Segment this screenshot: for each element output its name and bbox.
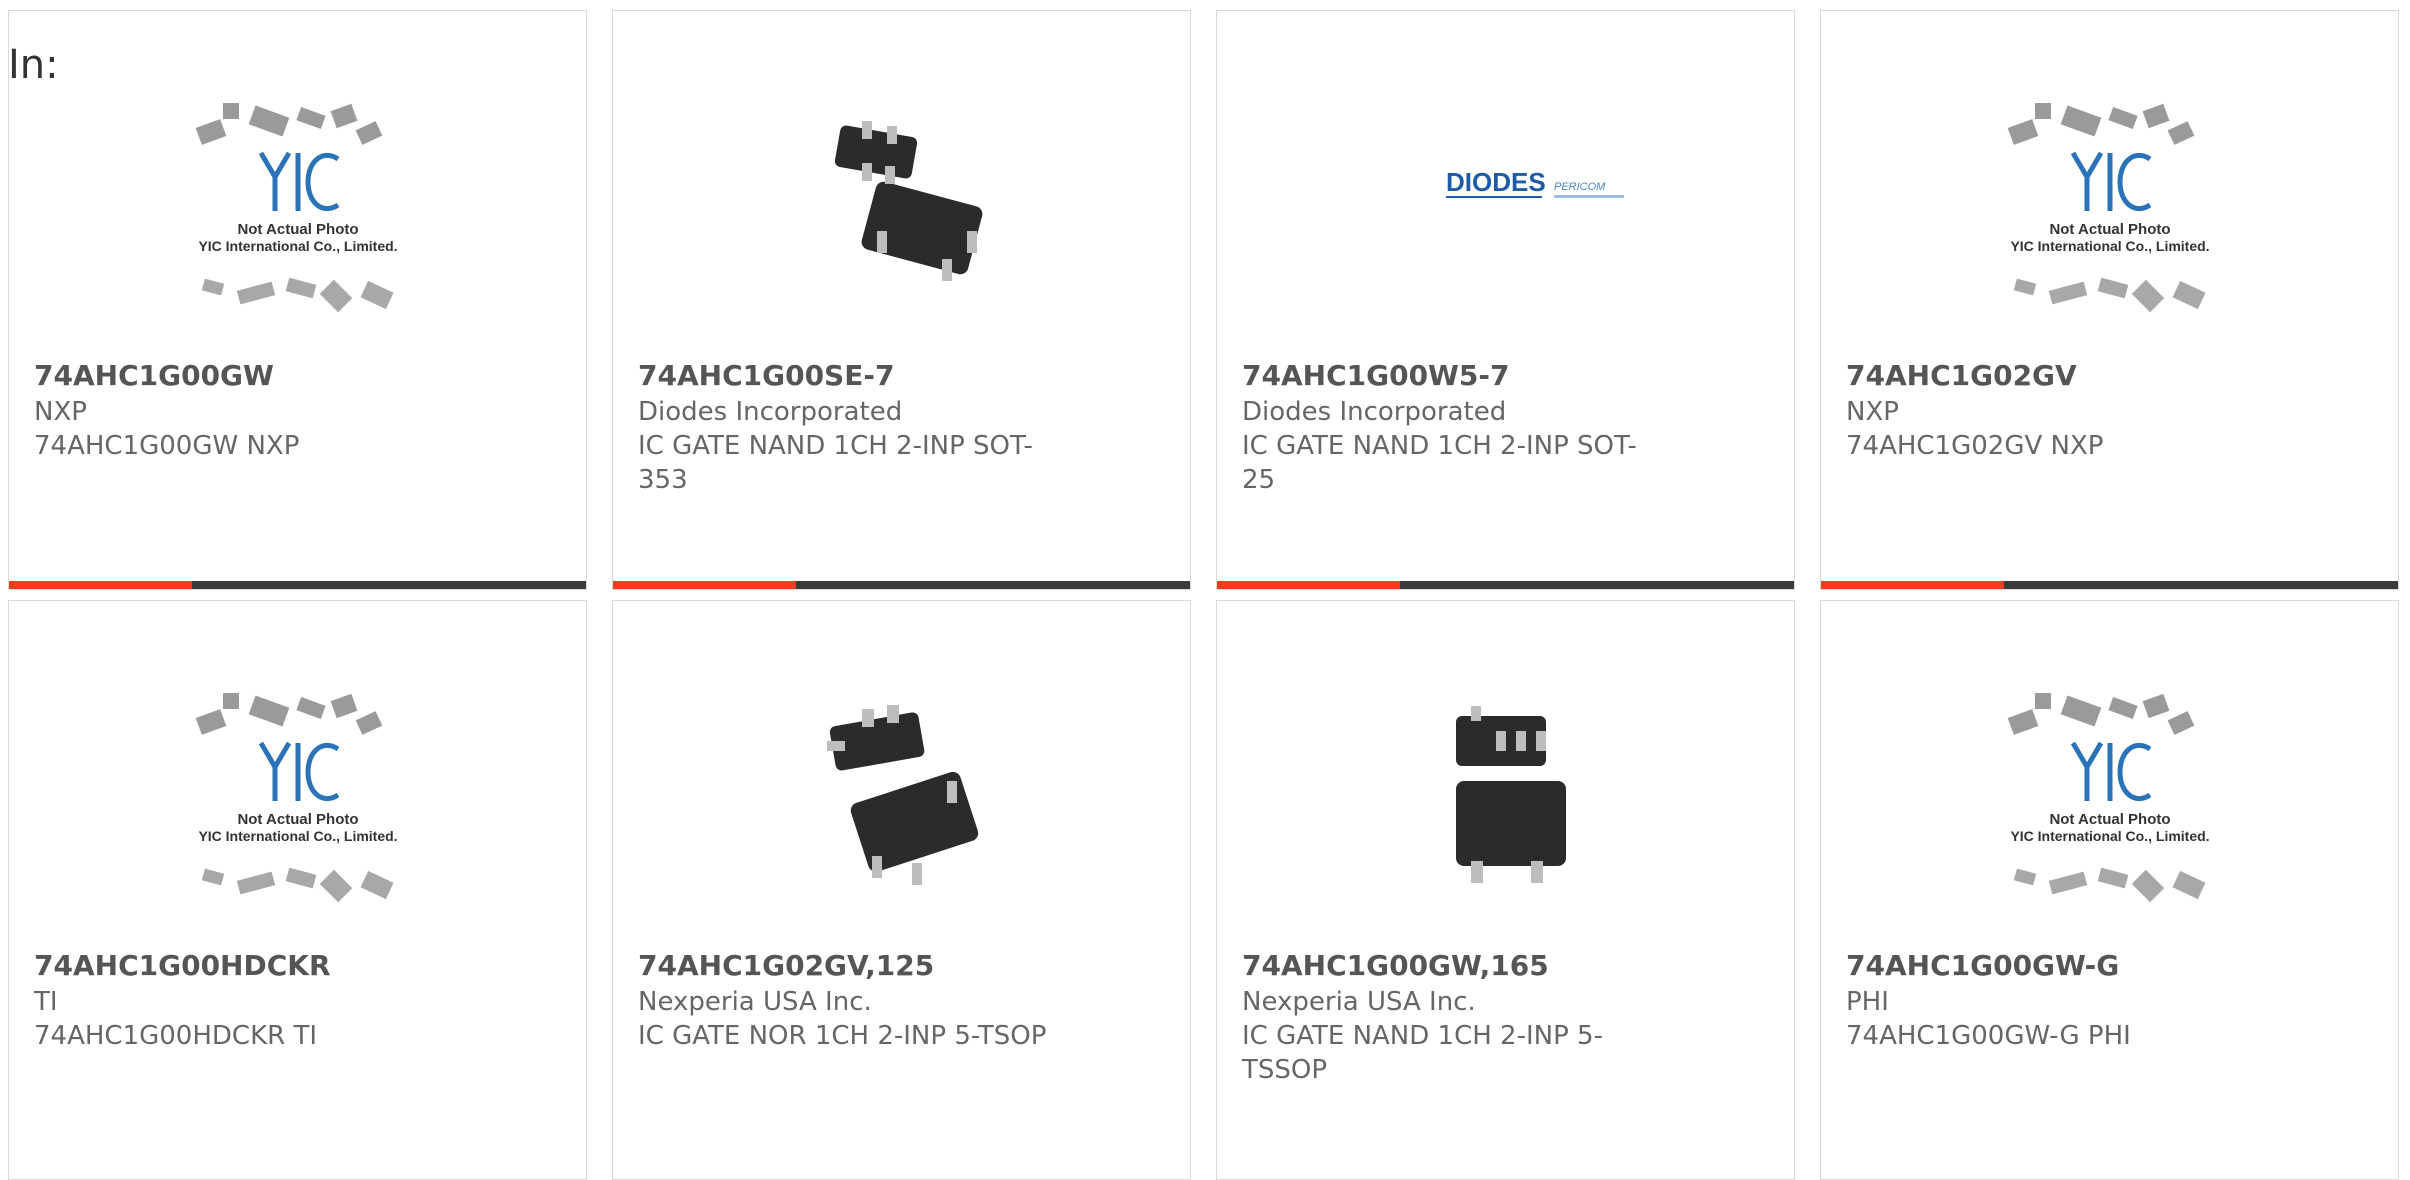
pericom-brand: PERICOM bbox=[1554, 181, 1606, 193]
product-image-placeholder: Not Actual Photo YIC International Co., … bbox=[195, 103, 397, 313]
product-manufacturer: Diodes Incorporated bbox=[638, 397, 903, 427]
card-accent bbox=[613, 581, 796, 589]
product-description: IC GATE NOR 1CH 2-INP 5-TSOP bbox=[638, 1021, 1047, 1051]
product-card[interactable]: Not Actual Photo YIC International Co., … bbox=[1820, 10, 2399, 590]
product-card[interactable]: 74AHC1G00SE-7 Diodes Incorporated IC GAT… bbox=[612, 10, 1191, 590]
product-image-sot bbox=[834, 121, 982, 281]
placeholder-caption-1: Not Actual Photo bbox=[2049, 221, 2170, 238]
product-description: 74AHC1G02GV NXP bbox=[1846, 431, 2104, 461]
product-name[interactable]: 74AHC1G00HDCKR bbox=[34, 949, 561, 983]
product-name[interactable]: 74AHC1G00GW,165 bbox=[1242, 949, 1769, 983]
product-manufacturer: PHI bbox=[1846, 987, 1889, 1017]
product-image-sot bbox=[1455, 706, 1566, 883]
product-manufacturer: Nexperia USA Inc. bbox=[1242, 987, 1476, 1017]
product-card[interactable]: 74AHC1G02GV,125 Nexperia USA Inc. IC GAT… bbox=[612, 600, 1191, 1180]
diodes-logo-image: DIODES PERICOM bbox=[1445, 167, 1624, 198]
card-bottom-bar bbox=[9, 581, 586, 589]
card-bottom-bar bbox=[613, 581, 1190, 589]
product-name[interactable]: 74AHC1G00W5-7 bbox=[1242, 359, 1769, 393]
product-card[interactable]: Not Actual Photo YIC International Co., … bbox=[8, 600, 587, 1180]
placeholder-caption-2: YIC International Co., Limited. bbox=[2010, 238, 2209, 254]
product-name[interactable]: 74AHC1G00SE-7 bbox=[638, 359, 1165, 393]
product-description: IC GATE NAND 1CH 2-INP 5-TSSOP bbox=[1242, 1021, 1603, 1085]
card-accent bbox=[9, 581, 192, 589]
product-card[interactable]: Not Actual Photo YIC International Co., … bbox=[1820, 600, 2399, 1180]
placeholder-caption-2: YIC International Co., Limited. bbox=[198, 828, 397, 844]
product-description: 74AHC1G00GW-G PHI bbox=[1846, 1021, 2131, 1051]
product-manufacturer: Nexperia USA Inc. bbox=[638, 987, 872, 1017]
product-image-placeholder: Not Actual Photo YIC International Co., … bbox=[2007, 693, 2209, 903]
diodes-brand: DIODES bbox=[1446, 167, 1546, 197]
product-manufacturer: TI bbox=[34, 987, 58, 1017]
product-card[interactable]: Not Actual Photo YIC International Co., … bbox=[8, 10, 587, 590]
product-description: IC GATE NAND 1CH 2-INP SOT-353 bbox=[638, 431, 1033, 495]
placeholder-caption-1: Not Actual Photo bbox=[2049, 811, 2170, 828]
product-name[interactable]: 74AHC1G02GV bbox=[1846, 359, 2373, 393]
product-manufacturer: Diodes Incorporated bbox=[1242, 397, 1507, 427]
product-image-placeholder: Not Actual Photo YIC International Co., … bbox=[2007, 103, 2209, 313]
product-image-sot bbox=[826, 705, 978, 885]
filter-in-label: In: bbox=[8, 42, 59, 88]
card-bottom-bar bbox=[1217, 581, 1794, 589]
product-description: IC GATE NAND 1CH 2-INP SOT-25 bbox=[1242, 431, 1637, 495]
card-accent bbox=[1217, 581, 1400, 589]
placeholder-caption-2: YIC International Co., Limited. bbox=[198, 238, 397, 254]
product-description: 74AHC1G00GW NXP bbox=[34, 431, 300, 461]
product-manufacturer: NXP bbox=[1846, 397, 1899, 427]
product-card[interactable]: 74AHC1G00GW,165 Nexperia USA Inc. IC GAT… bbox=[1216, 600, 1795, 1180]
product-name[interactable]: 74AHC1G00GW-G bbox=[1846, 949, 2373, 983]
product-description: 74AHC1G00HDCKR TI bbox=[34, 1021, 318, 1051]
card-accent bbox=[1821, 581, 2004, 589]
product-name[interactable]: 74AHC1G00GW bbox=[34, 359, 561, 393]
product-name[interactable]: 74AHC1G02GV,125 bbox=[638, 949, 1165, 983]
product-manufacturer: NXP bbox=[34, 397, 87, 427]
placeholder-caption-1: Not Actual Photo bbox=[237, 811, 358, 828]
card-bottom-bar bbox=[1821, 581, 2398, 589]
placeholder-caption-2: YIC International Co., Limited. bbox=[2010, 828, 2209, 844]
product-image-placeholder: Not Actual Photo YIC International Co., … bbox=[195, 693, 397, 903]
product-card[interactable]: DIODES PERICOM 74AHC1G00W5-7 Diodes Inco… bbox=[1216, 10, 1795, 590]
placeholder-caption-1: Not Actual Photo bbox=[237, 221, 358, 238]
